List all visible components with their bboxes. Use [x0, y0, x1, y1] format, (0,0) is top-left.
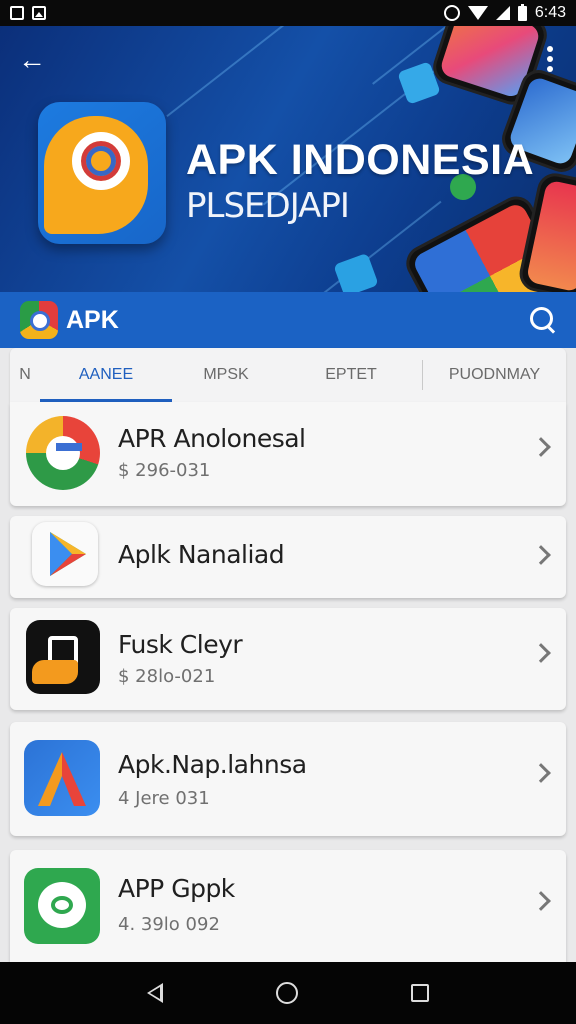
- list-item[interactable]: APR Anolonesal $ 296-031: [10, 402, 566, 506]
- system-nav-bar: [0, 962, 576, 1024]
- hero-title: APK INDONESIA: [186, 136, 535, 184]
- app-bar-title: APK: [66, 305, 119, 334]
- tab-item[interactable]: EPTET: [280, 348, 422, 402]
- battery-icon: [517, 3, 527, 21]
- chevron-right-icon: [531, 643, 551, 663]
- tab-item-active[interactable]: AANEE: [40, 348, 172, 402]
- list-item[interactable]: Aplk Nanaliad: [10, 516, 566, 598]
- image-icon: [32, 6, 46, 20]
- back-arrow-icon[interactable]: ←: [18, 46, 48, 76]
- nav-recents-icon[interactable]: [411, 984, 430, 1002]
- tab-item[interactable]: MPSK: [172, 348, 280, 402]
- tab-bar: N AANEE MPSK EPTET PUODNMAY: [10, 348, 566, 402]
- google-style-app-icon: [26, 416, 100, 490]
- signal-icon: [495, 6, 510, 20]
- status-bar: 6:43: [0, 0, 576, 26]
- list-item-name: Apk.Nap.lahnsa: [118, 750, 307, 779]
- notification-square-icon: [10, 6, 24, 20]
- green-chat-icon: [24, 868, 100, 944]
- tab-item[interactable]: N: [10, 348, 40, 402]
- app-bar: APK: [0, 292, 576, 348]
- list-item[interactable]: Apk.Nap.lahnsa 4 Jere 031: [10, 722, 566, 836]
- list-item-subtitle: $ 296-031: [118, 460, 211, 481]
- wifi-icon: [467, 6, 488, 20]
- status-left-icons: [10, 6, 46, 20]
- list-item-name: Fusk Cleyr: [118, 630, 243, 659]
- nav-home-icon[interactable]: [275, 982, 298, 1004]
- chevron-right-icon: [531, 763, 551, 783]
- tab-item[interactable]: PUODNMAY: [423, 348, 566, 402]
- list-item-name: APR Anolonesal: [118, 424, 306, 453]
- status-right-icons: 6:43: [443, 3, 566, 22]
- app-logo-icon: [20, 301, 58, 339]
- overflow-menu-icon[interactable]: [546, 46, 554, 72]
- status-time: 6:43: [534, 4, 566, 21]
- hero-app-logo: [38, 102, 166, 244]
- hero-subtitle: PLSEDJAPI: [186, 186, 350, 226]
- list-item-name: Aplk Nanaliad: [118, 540, 285, 569]
- chevron-right-icon: [531, 437, 551, 457]
- chevron-right-icon: [531, 891, 551, 911]
- chevron-right-icon: [531, 545, 551, 565]
- list-item-name: APP Gppk: [118, 874, 235, 903]
- search-icon[interactable]: [530, 307, 556, 333]
- list-item[interactable]: Fusk Cleyr $ 28lo-021: [10, 608, 566, 710]
- letter-a-icon: [24, 740, 100, 816]
- nav-back-icon[interactable]: [146, 983, 163, 1003]
- hero-banner: ← APK INDONESIA PLSEDJAPI: [0, 26, 576, 292]
- list-item[interactable]: APP Gppk 4. 39lo 092: [10, 850, 566, 962]
- list-item-subtitle: 4 Jere 031: [118, 788, 210, 809]
- play-store-icon: [32, 522, 98, 586]
- floating-app-icon: [333, 252, 379, 292]
- alarm-icon: [443, 5, 460, 21]
- hand-cleaner-icon: [26, 620, 100, 694]
- list-item-subtitle: 4. 39lo 092: [118, 914, 220, 935]
- list-item-subtitle: $ 28lo-021: [118, 666, 216, 687]
- decor-streak: [166, 26, 294, 118]
